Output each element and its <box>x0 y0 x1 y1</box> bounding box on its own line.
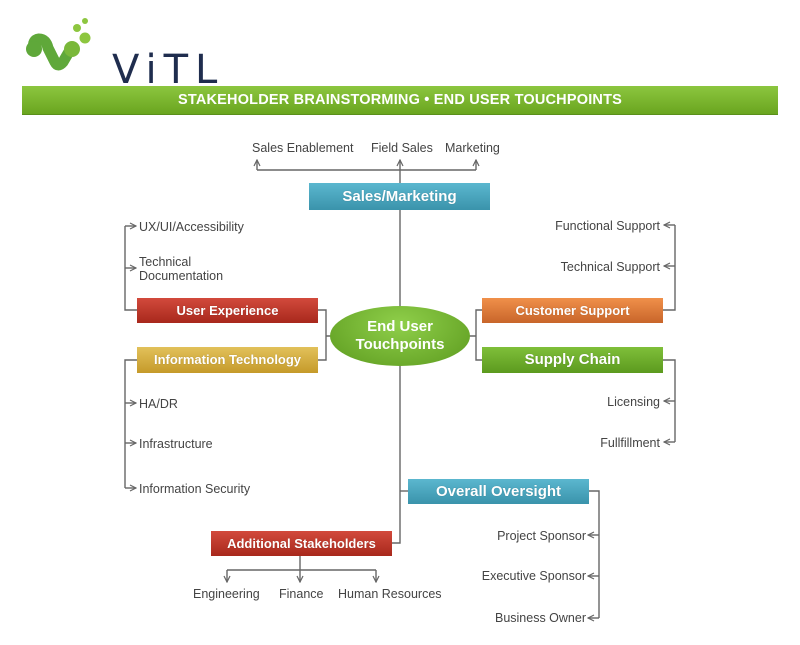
branch-supply-chain[interactable]: Supply Chain <box>482 347 663 373</box>
leaf-documentation: Documentation <box>139 269 224 283</box>
leaf-project-sponsor: Project Sponsor <box>497 529 586 543</box>
leaf-marketing: Marketing <box>445 141 500 155</box>
leaf-technical-support: Technical Support <box>560 260 660 274</box>
leaf-functional-support: Functional Support <box>555 219 660 233</box>
leaf-technical: Technical <box>139 255 192 269</box>
leaf-ux-ui-accessibility: UX/UI/Accessibility <box>139 220 244 234</box>
leaf-information-security: Information Security <box>139 482 251 496</box>
leaf-engineering: Engineering <box>193 587 260 601</box>
branch-user-experience[interactable]: User Experience <box>137 298 318 323</box>
leaf-finance: Finance <box>279 587 324 601</box>
branch-information-technology[interactable]: Information Technology <box>137 347 318 373</box>
central-node-end-user-touchpoints[interactable]: End User Touchpoints <box>330 306 470 366</box>
leaf-sales-enablement: Sales Enablement <box>252 141 354 155</box>
leaf-infrastructure: Infrastructure <box>139 437 213 451</box>
leaf-licensing: Licensing <box>607 395 660 409</box>
leaf-fullfillment: Fullfillment <box>600 436 660 450</box>
right-branch-connector <box>468 309 482 361</box>
branch-additional-stakeholders[interactable]: Additional Stakeholders <box>211 531 392 556</box>
leaf-human-resources: Human Resources <box>338 587 442 601</box>
leaf-business-owner: Business Owner <box>494 611 586 625</box>
branch-overall-oversight[interactable]: Overall Oversight <box>408 479 589 504</box>
branch-customer-support[interactable]: Customer Support <box>482 298 663 323</box>
leaf-ha-dr: HA/DR <box>139 397 178 411</box>
leaf-field-sales: Field Sales <box>371 141 433 155</box>
branch-sales-marketing[interactable]: Sales/Marketing <box>309 183 490 210</box>
leaf-executive-sponsor: Executive Sponsor <box>481 569 586 583</box>
central-node-line2: Touchpoints <box>355 336 445 353</box>
central-node-line1: End User <box>367 318 433 335</box>
